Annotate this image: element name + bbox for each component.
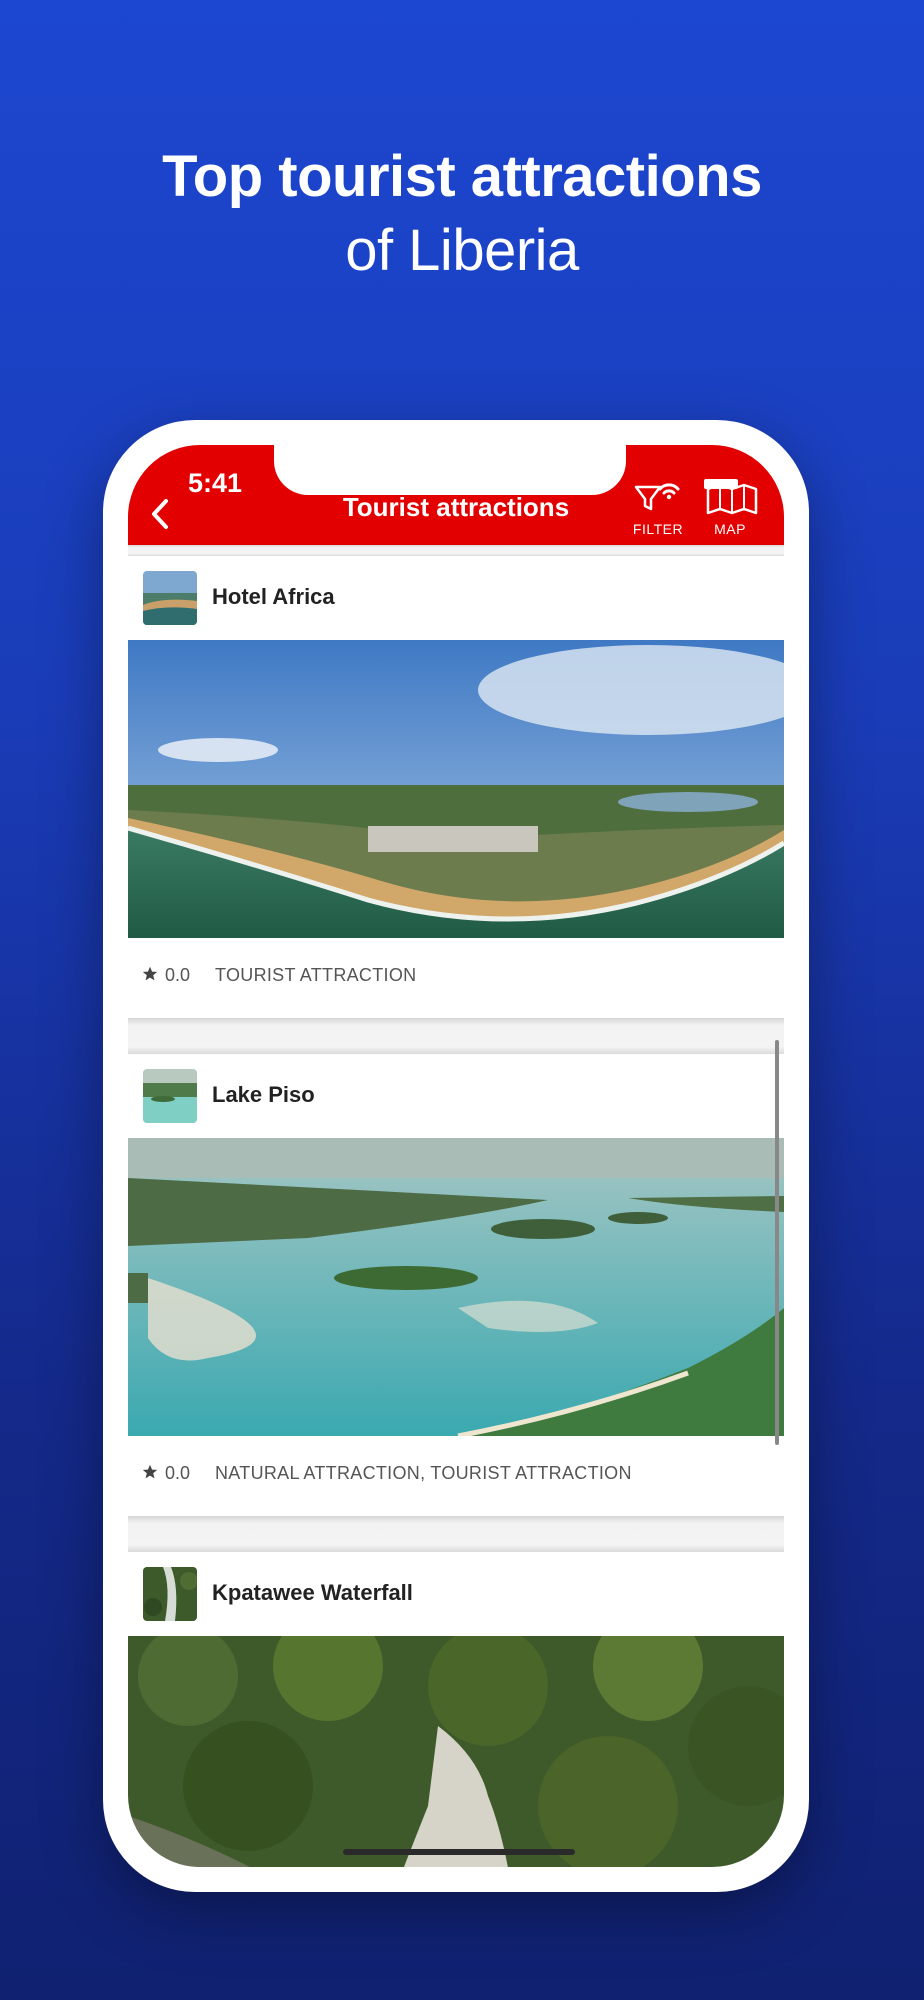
attraction-name: Lake Piso xyxy=(212,1082,315,1107)
home-indicator[interactable] xyxy=(343,1849,575,1855)
promo-headline: Top tourist attractions of Liberia xyxy=(0,140,924,288)
card-header: Kpatawee Waterfall xyxy=(128,1552,784,1636)
list-separator xyxy=(128,1018,784,1054)
list-separator xyxy=(128,545,784,556)
rating-value: 0.0 xyxy=(165,1463,191,1483)
attraction-name: Kpatawee Waterfall xyxy=(212,1580,413,1605)
attraction-name: Hotel Africa xyxy=(212,584,335,609)
wifi-icon xyxy=(658,483,680,500)
star-icon xyxy=(142,1464,158,1479)
attraction-card[interactable]: Hotel Africa 0.0 TOURIST ATTRACTION xyxy=(128,556,784,1018)
map-button[interactable]: MAP xyxy=(698,475,762,545)
map-label: MAP xyxy=(714,521,746,537)
headline-line-1: Top tourist attractions xyxy=(162,144,762,209)
attraction-photo xyxy=(128,640,784,938)
card-footer: 0.0 NATURAL ATTRACTION, TOURIST ATTRACTI… xyxy=(128,1436,784,1516)
attraction-photo xyxy=(128,1636,784,1867)
star-icon xyxy=(142,966,158,981)
phone-screen: 5:41 Tourist attractions FILTER MAP Hote… xyxy=(128,445,784,1867)
attraction-card[interactable]: Lake Piso 0.0 NATURAL ATTRACTION, TOURIS… xyxy=(128,1054,784,1516)
attraction-card[interactable]: Kpatawee Waterfall xyxy=(128,1552,784,1867)
attraction-thumbnail xyxy=(143,571,197,625)
attraction-category: TOURIST ATTRACTION xyxy=(215,965,417,985)
scrollbar[interactable] xyxy=(775,1040,779,1445)
card-footer: 0.0 TOURIST ATTRACTION xyxy=(128,938,784,1018)
filter-label: FILTER xyxy=(632,521,684,537)
headline-line-2: of Liberia xyxy=(345,218,579,283)
card-header: Lake Piso xyxy=(128,1054,784,1138)
rating-value: 0.0 xyxy=(165,965,191,985)
navigation-bar: 5:41 Tourist attractions FILTER MAP xyxy=(128,445,784,545)
attraction-thumbnail xyxy=(143,1567,197,1621)
attraction-photo xyxy=(128,1138,784,1436)
list-separator xyxy=(128,1516,784,1552)
filter-icon xyxy=(634,483,680,511)
map-icon xyxy=(704,479,758,515)
attraction-category: NATURAL ATTRACTION, TOURIST ATTRACTION xyxy=(215,1463,632,1483)
card-header: Hotel Africa xyxy=(128,556,784,640)
filter-button[interactable]: FILTER xyxy=(628,475,688,545)
phone-notch xyxy=(274,445,626,495)
attraction-thumbnail xyxy=(143,1069,197,1123)
